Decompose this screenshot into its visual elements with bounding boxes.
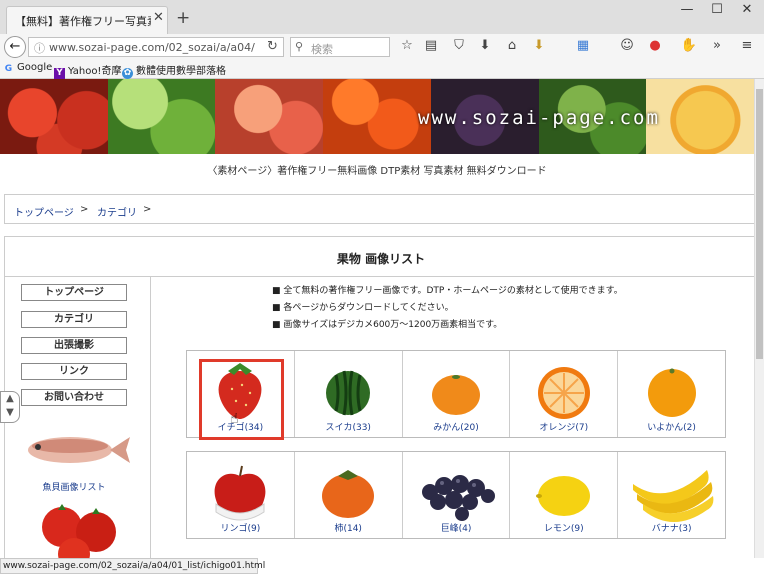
- sidebar: トップページ カテゴリ 出張撮影 リンク お問い合わせ: [4, 277, 151, 558]
- banner-url-text: www.sozai-page.com: [418, 107, 660, 129]
- hand-icon[interactable]: ✋: [680, 38, 698, 53]
- hand-cursor-icon: ☝: [230, 411, 239, 427]
- reading-list-icon[interactable]: ▤: [422, 38, 440, 53]
- blog-icon: ✿: [122, 68, 133, 79]
- fruit-cell-persimmon[interactable]: 柿(14): [295, 452, 403, 538]
- address-bar[interactable]: ⓘ www.sozai-page.com/02_sozai/a/a04/ ↻: [28, 37, 284, 57]
- breadcrumb-separator: >: [80, 204, 89, 215]
- scroll-widget[interactable]: ▲ ▼: [0, 391, 20, 423]
- breadcrumb-top-link[interactable]: トップページ: [14, 204, 74, 219]
- breadcrumb: トップページ > カテゴリ >: [4, 194, 754, 224]
- sidebar-item-category[interactable]: カテゴリ: [21, 311, 127, 328]
- reload-icon[interactable]: ↻: [267, 39, 278, 54]
- banner-lettuce: [107, 79, 216, 154]
- iyokan-image: [647, 368, 696, 417]
- info-icon[interactable]: ⓘ: [34, 40, 45, 56]
- bookmarks-bar: G Google Y Yahoo!奇摩 ✿ 數體使用數學部落格: [0, 60, 764, 79]
- breadcrumb-separator: >: [143, 204, 152, 215]
- banner-salmon-roe: [323, 79, 431, 154]
- notes-list: ■ 全て無料の著作権フリー画像です。DTP・ホームページの素材として使用できます…: [272, 283, 623, 334]
- status-bar: www.sozai-page.com/02_sozai/a/a04/01_lis…: [0, 558, 265, 574]
- tab-title: 【無料】著作権フリー写真素...: [15, 15, 151, 28]
- back-button[interactable]: ←: [4, 36, 26, 58]
- banner-tomatoes: [0, 79, 108, 154]
- mikan-image: [431, 375, 480, 415]
- banner-shrimp: [215, 79, 324, 154]
- page-title: 果物 画像リスト: [336, 252, 426, 266]
- overflow-icon[interactable]: »: [708, 38, 726, 53]
- note-item: ■ 全て無料の著作権フリー画像です。DTP・ホームページの素材として使用できます…: [272, 286, 623, 296]
- breadcrumb-category-link[interactable]: カテゴリ: [97, 204, 137, 219]
- scrollbar-thumb[interactable]: [756, 89, 763, 359]
- new-tab-button[interactable]: +: [176, 8, 190, 28]
- fruit-label[interactable]: スイカ(33): [295, 420, 402, 433]
- fruit-cell-grape[interactable]: 巨峰(4): [403, 452, 511, 538]
- fruit-cell-orange[interactable]: オレンジ(7): [510, 351, 619, 437]
- search-input[interactable]: ⚲ 検索: [290, 37, 390, 57]
- fruit-cell-banana[interactable]: バナナ(3): [618, 452, 725, 538]
- fruit-label[interactable]: 巨峰(4): [403, 521, 510, 534]
- fish-list-link[interactable]: 魚貝画像リスト: [24, 480, 124, 493]
- fruit-grid-row-2: リンゴ(9) 柿(14) 巨峰(4) レモン(9) バナナ(3): [186, 451, 726, 539]
- apple-image: [214, 465, 266, 521]
- google-icon: G: [4, 64, 13, 74]
- window-close-button[interactable]: ✕: [732, 2, 762, 22]
- tab-close-icon[interactable]: ✕: [153, 10, 164, 25]
- vertical-scrollbar[interactable]: [754, 79, 764, 558]
- adblock-icon[interactable]: ●: [646, 38, 664, 53]
- fruit-cell-mikan[interactable]: みかん(20): [403, 351, 511, 437]
- sidebar-item-links[interactable]: リンク: [21, 363, 127, 380]
- fruit-cell-apple[interactable]: リンゴ(9): [187, 452, 295, 538]
- site-tagline: 〈素材ページ〉著作権フリー無料画像 DTP素材 写真素材 無料ダウンロード: [207, 166, 547, 177]
- banana-image: [632, 470, 713, 522]
- fruit-label[interactable]: 柿(14): [295, 521, 402, 534]
- search-placeholder: 検索: [311, 43, 333, 56]
- web-page: www.sozai-page.com 〈素材ページ〉著作権フリー無料画像 DTP…: [0, 79, 754, 558]
- pocket-icon[interactable]: ⛉: [450, 38, 468, 53]
- fruit-label[interactable]: いよかん(2): [618, 420, 725, 433]
- sidebar-item-contact[interactable]: お問い合わせ: [21, 389, 127, 406]
- yahoo-icon: Y: [54, 68, 65, 79]
- title-box: 果物 画像リスト: [4, 236, 754, 277]
- fruit-label[interactable]: みかん(20): [403, 420, 510, 433]
- url-text[interactable]: www.sozai-page.com/02_sozai/a/a04/: [49, 41, 255, 54]
- watermelon-image: [326, 370, 371, 416]
- fruit-label[interactable]: オレンジ(7): [510, 420, 617, 433]
- fruit-label[interactable]: リンゴ(9): [187, 521, 294, 534]
- extension-grid-icon[interactable]: ▦: [574, 38, 592, 53]
- bookmark-google[interactable]: G Google: [3, 62, 52, 75]
- tab-bar: 【無料】著作権フリー写真素... ✕ + — ☐ ✕: [0, 0, 764, 34]
- sidebar-item-photo-session[interactable]: 出張撮影: [21, 337, 127, 354]
- browser-tab[interactable]: 【無料】著作権フリー写真素... ✕: [6, 6, 168, 34]
- orange-image: [537, 367, 590, 419]
- navigation-bar: ← ⓘ www.sozai-page.com/02_sozai/a/a04/ ↻…: [0, 34, 764, 60]
- selection-highlight: [199, 359, 284, 440]
- note-item: ■ 画像サイズはデジカメ600万～1200万画素相当です。: [272, 320, 503, 330]
- menu-icon[interactable]: ≡: [738, 38, 756, 53]
- bookmark-yahoo[interactable]: Y Yahoo!奇摩: [54, 62, 121, 79]
- persimmon-image: [322, 470, 375, 518]
- fruit-cell-watermelon[interactable]: スイカ(33): [295, 351, 403, 437]
- fruit-cell-lemon[interactable]: レモン(9): [510, 452, 619, 538]
- site-banner[interactable]: www.sozai-page.com: [0, 79, 754, 154]
- chat-icon[interactable]: ☺: [618, 38, 636, 53]
- fruit-label[interactable]: レモン(9): [510, 521, 617, 534]
- download-icon[interactable]: ⬇: [476, 38, 494, 53]
- bookmark-blog[interactable]: ✿ 數體使用數學部落格: [122, 62, 226, 79]
- fruit-label[interactable]: バナナ(3): [618, 521, 725, 534]
- lemon-image: [535, 476, 590, 516]
- tomato-thumbnail[interactable]: [34, 502, 124, 558]
- minimize-button[interactable]: —: [672, 2, 702, 22]
- search-icon: ⚲: [295, 40, 304, 53]
- fruit-cell-iyokan[interactable]: いよかん(2): [618, 351, 725, 437]
- extension-download-icon[interactable]: ⬇: [530, 38, 548, 53]
- grape-image: [421, 475, 495, 521]
- maximize-button[interactable]: ☐: [702, 2, 732, 22]
- sidebar-item-top[interactable]: トップページ: [21, 284, 127, 301]
- home-icon[interactable]: ⌂: [503, 38, 521, 53]
- banner-orange-slice: [646, 79, 754, 154]
- note-item: ■ 各ページからダウンロードしてください。: [272, 303, 454, 313]
- star-icon[interactable]: ☆: [398, 38, 416, 53]
- fish-thumbnail[interactable]: [20, 425, 132, 475]
